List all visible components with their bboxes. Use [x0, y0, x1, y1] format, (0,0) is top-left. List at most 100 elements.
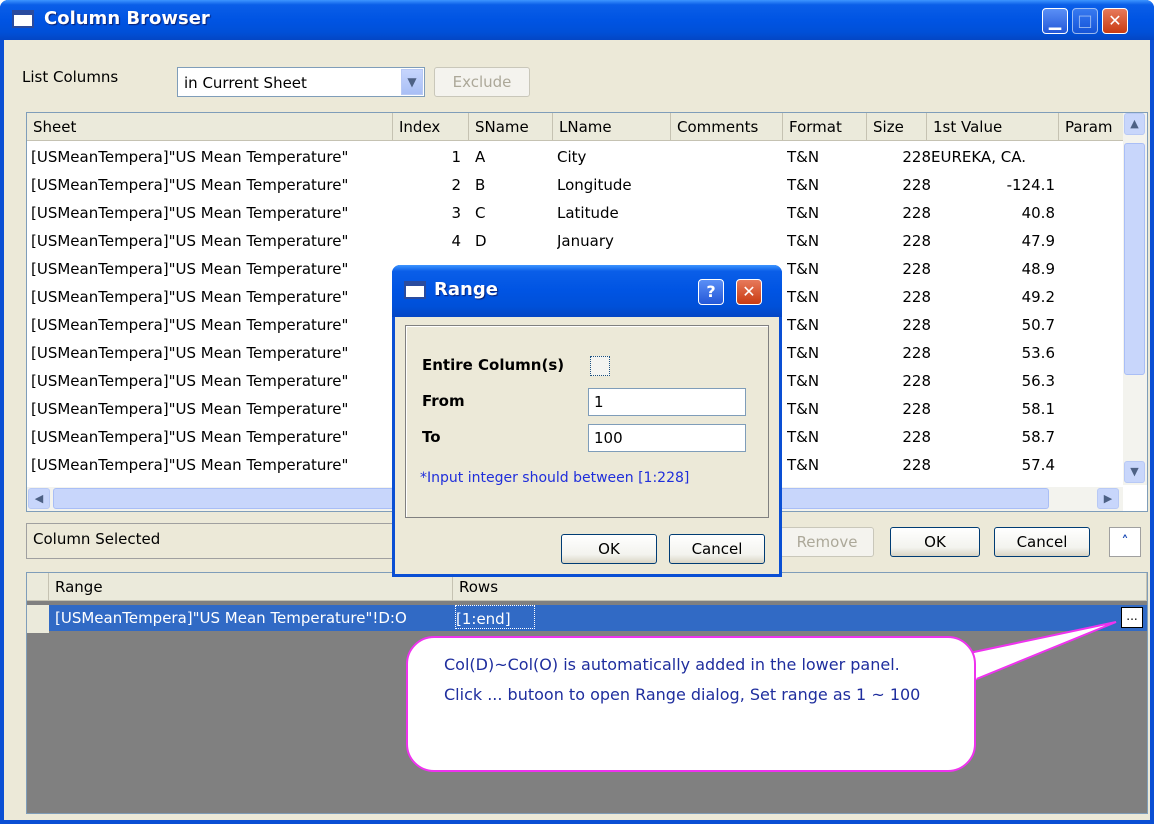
- table-cell[interactable]: T&N: [787, 451, 867, 479]
- list-columns-combo[interactable]: in Current Sheet ▼: [177, 67, 425, 97]
- table-cell[interactable]: 228: [867, 423, 931, 451]
- table-cell[interactable]: 228: [867, 283, 931, 311]
- table-cell[interactable]: 48.9: [931, 255, 1055, 283]
- table-cell[interactable]: [USMeanTempera]"US Mean Temperature": [31, 227, 389, 255]
- table-cell[interactable]: [USMeanTempera]"US Mean Temperature": [31, 283, 389, 311]
- table-cell[interactable]: 228: [867, 199, 931, 227]
- table-cell[interactable]: 1: [393, 143, 461, 171]
- table-cell[interactable]: 47.9: [931, 227, 1055, 255]
- table-cell[interactable]: T&N: [787, 311, 867, 339]
- table-cell[interactable]: 228: [867, 143, 931, 171]
- table-cell[interactable]: City: [557, 143, 671, 171]
- table-cell[interactable]: 58.1: [931, 395, 1055, 423]
- table-cell[interactable]: 56.3: [931, 367, 1055, 395]
- table-cell[interactable]: [671, 143, 783, 171]
- table-row[interactable]: [USMeanTempera]"US Mean Temperature" 4 D Ja…: [27, 227, 1123, 255]
- table-cell[interactable]: 3: [393, 199, 461, 227]
- help-button[interactable]: ?: [698, 279, 724, 305]
- entire-columns-checkbox[interactable]: [590, 356, 610, 376]
- table-cell[interactable]: T&N: [787, 395, 867, 423]
- table-cell[interactable]: T&N: [787, 367, 867, 395]
- table-cell[interactable]: [USMeanTempera]"US Mean Temperature": [31, 339, 389, 367]
- table-cell[interactable]: 228: [867, 451, 931, 479]
- title-bar[interactable]: Column Browser ▁ □ ✕: [0, 0, 1154, 40]
- scroll-right-icon[interactable]: ▶: [1097, 488, 1119, 509]
- header-range[interactable]: Range: [49, 573, 453, 601]
- table-cell[interactable]: T&N: [787, 339, 867, 367]
- header-sheet[interactable]: Sheet: [27, 113, 393, 141]
- table-cell[interactable]: 53.6: [931, 339, 1055, 367]
- table-cell[interactable]: Longitude: [557, 171, 671, 199]
- table-cell[interactable]: 228: [867, 255, 931, 283]
- header-rows[interactable]: Rows: [453, 573, 1147, 601]
- table-cell[interactable]: C: [469, 199, 549, 227]
- range-cell[interactable]: [USMeanTempera]"US Mean Temperature"!D:O: [55, 605, 453, 633]
- table-cell[interactable]: D: [469, 227, 549, 255]
- table-cell[interactable]: 4: [393, 227, 461, 255]
- from-input[interactable]: 1: [588, 388, 746, 416]
- table-cell[interactable]: 228: [867, 311, 931, 339]
- table-cell[interactable]: [USMeanTempera]"US Mean Temperature": [31, 423, 389, 451]
- table-row[interactable]: [USMeanTempera]"US Mean Temperature" 2 B Lo…: [27, 171, 1123, 199]
- table-cell[interactable]: [USMeanTempera]"US Mean Temperature": [31, 451, 389, 479]
- table-cell[interactable]: T&N: [787, 199, 867, 227]
- table-cell[interactable]: A: [469, 143, 549, 171]
- table-cell[interactable]: January: [557, 227, 671, 255]
- table-cell[interactable]: 228: [867, 227, 931, 255]
- header-param[interactable]: Param: [1059, 113, 1129, 141]
- vertical-scrollbar[interactable]: ▲ ▼: [1123, 113, 1147, 485]
- scroll-left-icon[interactable]: ◀: [28, 488, 50, 509]
- header-sname[interactable]: SName: [469, 113, 553, 141]
- table-cell[interactable]: 40.8: [931, 199, 1055, 227]
- range-dialog-title-bar[interactable]: Range ? ✕: [392, 265, 782, 317]
- table-cell[interactable]: [671, 199, 783, 227]
- header-comments[interactable]: Comments: [671, 113, 783, 141]
- table-cell[interactable]: EUREKA, CA.: [931, 143, 1055, 171]
- table-cell[interactable]: 228: [867, 395, 931, 423]
- table-cell[interactable]: [USMeanTempera]"US Mean Temperature": [31, 199, 389, 227]
- table-cell[interactable]: 58.7: [931, 423, 1055, 451]
- table-cell[interactable]: 228: [867, 367, 931, 395]
- dialog-close-button[interactable]: ✕: [736, 279, 762, 305]
- table-cell[interactable]: [USMeanTempera]"US Mean Temperature": [31, 255, 389, 283]
- table-cell[interactable]: T&N: [787, 227, 867, 255]
- table-cell[interactable]: 228: [867, 339, 931, 367]
- table-cell[interactable]: T&N: [787, 283, 867, 311]
- table-cell[interactable]: -124.1: [931, 171, 1055, 199]
- scroll-down-icon[interactable]: ▼: [1124, 461, 1145, 483]
- header-size[interactable]: Size: [867, 113, 927, 141]
- table-cell[interactable]: T&N: [787, 423, 867, 451]
- scroll-thumb[interactable]: [1124, 143, 1145, 375]
- cancel-button[interactable]: Cancel: [994, 527, 1090, 557]
- dialog-ok-button[interactable]: OK: [561, 534, 657, 564]
- dialog-cancel-button[interactable]: Cancel: [669, 534, 765, 564]
- table-cell[interactable]: [USMeanTempera]"US Mean Temperature": [31, 171, 389, 199]
- close-button[interactable]: ✕: [1102, 8, 1128, 34]
- table-cell[interactable]: 228: [867, 171, 931, 199]
- table-cell[interactable]: 49.2: [931, 283, 1055, 311]
- ok-button[interactable]: OK: [890, 527, 980, 557]
- table-cell[interactable]: [USMeanTempera]"US Mean Temperature": [31, 311, 389, 339]
- header-1st-value[interactable]: 1st Value: [927, 113, 1059, 141]
- table-cell[interactable]: 57.4: [931, 451, 1055, 479]
- scroll-up-icon[interactable]: ▲: [1124, 113, 1145, 135]
- to-input[interactable]: 100: [588, 424, 746, 452]
- table-row[interactable]: [USMeanTempera]"US Mean Temperature" 1 A Ci…: [27, 143, 1123, 171]
- table-cell[interactable]: [USMeanTempera]"US Mean Temperature": [31, 367, 389, 395]
- table-cell[interactable]: [671, 227, 783, 255]
- table-cell[interactable]: 50.7: [931, 311, 1055, 339]
- row-selector[interactable]: [27, 605, 49, 633]
- table-cell[interactable]: B: [469, 171, 549, 199]
- header-lname[interactable]: LName: [553, 113, 671, 141]
- header-format[interactable]: Format: [783, 113, 867, 141]
- table-cell[interactable]: [USMeanTempera]"US Mean Temperature": [31, 143, 389, 171]
- table-cell[interactable]: T&N: [787, 171, 867, 199]
- minimize-button[interactable]: ▁: [1042, 8, 1068, 34]
- table-cell[interactable]: [671, 171, 783, 199]
- rows-cell[interactable]: [1:end]: [455, 605, 535, 629]
- chevron-down-icon[interactable]: ▼: [401, 69, 423, 95]
- table-cell[interactable]: 2: [393, 171, 461, 199]
- table-cell[interactable]: [USMeanTempera]"US Mean Temperature": [31, 395, 389, 423]
- table-cell[interactable]: T&N: [787, 143, 867, 171]
- collapse-icon[interactable]: ˄: [1109, 527, 1141, 557]
